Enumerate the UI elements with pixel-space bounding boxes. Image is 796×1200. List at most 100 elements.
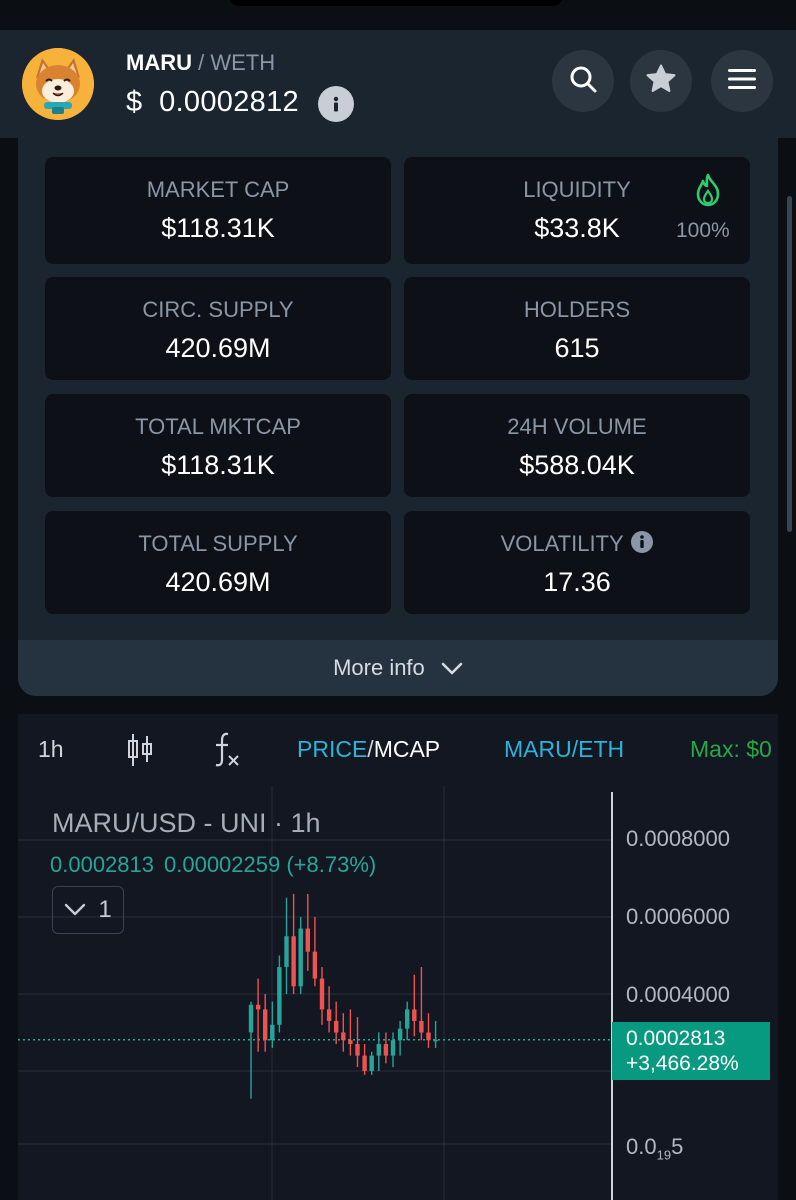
candle-body <box>433 1039 438 1042</box>
stat-total-supply: TOTAL SUPPLY 420.69M <box>45 511 391 614</box>
candle-body <box>255 1004 261 1010</box>
info-icon[interactable] <box>318 86 354 122</box>
base-symbol: MARU <box>126 50 192 75</box>
max-price-label: Max: $0 <box>690 736 772 762</box>
y-axis-tick: 0.0004000 <box>626 982 730 1007</box>
stat-volatility: VOLATILITY 17.36 <box>404 511 750 614</box>
last-price-value: 0.0002813 <box>626 1027 726 1050</box>
star-icon <box>644 62 678 101</box>
stat-value: 420.69M <box>165 333 271 363</box>
tick-suffix: 5 <box>671 1134 684 1159</box>
stat-label: VOLATILITY <box>404 531 750 559</box>
pair-name: MARU / WETH <box>126 50 275 76</box>
stat-value: 17.36 <box>543 567 611 597</box>
candle-body <box>369 1055 374 1071</box>
candle-body <box>291 936 296 987</box>
last-price-change: +3,466.28% <box>626 1052 739 1075</box>
scrollbar[interactable] <box>787 196 792 532</box>
candle-body <box>312 951 318 979</box>
candle-body <box>397 1028 403 1041</box>
mcap-option[interactable]: MCAP <box>374 736 440 762</box>
candle-body <box>263 1009 268 1041</box>
candle-body <box>284 936 289 968</box>
chevron-down-icon <box>64 896 86 924</box>
indicators-fx-icon[interactable] <box>212 730 242 776</box>
y-axis-tick-low: 0.0195 <box>626 1134 683 1162</box>
price-option[interactable]: PRICE <box>297 736 367 762</box>
stat-label-text: VOLATILITY <box>500 531 624 556</box>
candlestick-type-icon[interactable] <box>126 732 154 774</box>
menu-button[interactable] <box>711 50 773 112</box>
flame-icon <box>694 173 722 212</box>
candle-body <box>277 967 282 1025</box>
legend-price: 0.0002813 <box>50 852 154 877</box>
tick-zeros-count: 19 <box>656 1147 672 1163</box>
stat-value: $118.31K <box>161 450 275 480</box>
pair-separator: / <box>192 50 211 75</box>
search-icon <box>568 64 598 99</box>
search-button[interactable] <box>552 50 614 112</box>
interval-selector[interactable]: 1h <box>38 736 64 763</box>
stat-label: TOTAL MKTCAP <box>135 414 301 439</box>
more-info-button[interactable]: More info <box>18 640 778 696</box>
stat-value: 615 <box>554 333 600 363</box>
price-chart-panel: 1h PRICE/MCAP MARU/ETH Max: $0 MARU/USD … <box>18 714 778 1200</box>
token-price: $ 0.0002812 <box>126 86 299 118</box>
chart-toolbar: 1h PRICE/MCAP MARU/ETH Max: $0 <box>18 714 778 786</box>
quote-symbol: WETH <box>210 50 276 75</box>
candle-body <box>319 978 325 1010</box>
stat-market-cap: MARKET CAP $118.31K <box>45 157 391 264</box>
stat-total-mktcap: TOTAL MKTCAP $118.31K <box>45 394 391 497</box>
y-axis-tick: 0.0006000 <box>626 904 730 929</box>
stat-value: $118.31K <box>161 213 275 243</box>
candle-body <box>326 1009 332 1021</box>
stat-circ-supply: CIRC. SUPPLY 420.69M <box>45 277 391 380</box>
chevron-down-icon <box>441 641 463 697</box>
pair-toggle[interactable]: MARU/ETH <box>504 736 624 763</box>
candle-body <box>405 1009 410 1029</box>
more-info-label: More info <box>333 655 425 680</box>
candle-body <box>334 1020 339 1033</box>
hamburger-menu-icon <box>727 67 757 96</box>
stat-label: CIRC. SUPPLY <box>142 297 294 322</box>
y-axis-tick: 0.0008000 <box>626 826 730 851</box>
token-header: MARU / WETH $ 0.0002812 <box>0 30 796 138</box>
indicator-count: 1 <box>98 896 112 923</box>
chart-title: MARU/USD - UNI · 1h <box>52 808 321 838</box>
favorite-button[interactable] <box>630 50 692 112</box>
stat-label: TOTAL SUPPLY <box>138 531 298 556</box>
ohlc-legend: 0.0002813 0.00002259 (+8.73%) <box>50 852 386 878</box>
stat-liquidity: LIQUIDITY $33.8K 100% <box>404 157 750 264</box>
candle-body <box>390 1040 396 1056</box>
stat-24h-volume: 24H VOLUME $588.04K <box>404 394 750 497</box>
stat-label: 24H VOLUME <box>507 414 647 439</box>
stat-value: 420.69M <box>165 567 271 597</box>
stat-holders: HOLDERS 615 <box>404 277 750 380</box>
candle-body <box>419 1020 424 1033</box>
candle-body <box>270 1024 275 1041</box>
token-logo <box>22 48 94 120</box>
candle-body <box>412 1009 417 1021</box>
candle-body <box>298 928 303 987</box>
tick-prefix: 0.0 <box>626 1134 657 1159</box>
stat-value: $588.04K <box>519 450 635 480</box>
candle-body <box>348 1040 353 1045</box>
candle-body <box>305 928 310 952</box>
candle-body <box>376 1044 381 1056</box>
candle-body <box>341 1032 346 1041</box>
candle-body <box>355 1044 360 1056</box>
stat-label: HOLDERS <box>523 297 631 322</box>
device-notch <box>228 0 564 6</box>
candle-body <box>248 1004 254 1033</box>
info-icon[interactable] <box>631 531 654 559</box>
status-bar <box>0 0 796 30</box>
candle-body <box>383 1044 389 1056</box>
stat-label: MARKET CAP <box>146 177 290 202</box>
candle-body <box>426 1032 431 1041</box>
candle-body <box>362 1055 367 1071</box>
liquidity-locked-percent: 100% <box>676 219 730 242</box>
legend-change: 0.00002259 (+8.73%) <box>164 852 377 877</box>
collapse-legend-button[interactable]: 1 <box>52 886 124 934</box>
last-price-label: 0.0002813 +3,466.28% <box>612 1022 770 1080</box>
price-mcap-toggle[interactable]: PRICE/MCAP <box>297 736 440 763</box>
